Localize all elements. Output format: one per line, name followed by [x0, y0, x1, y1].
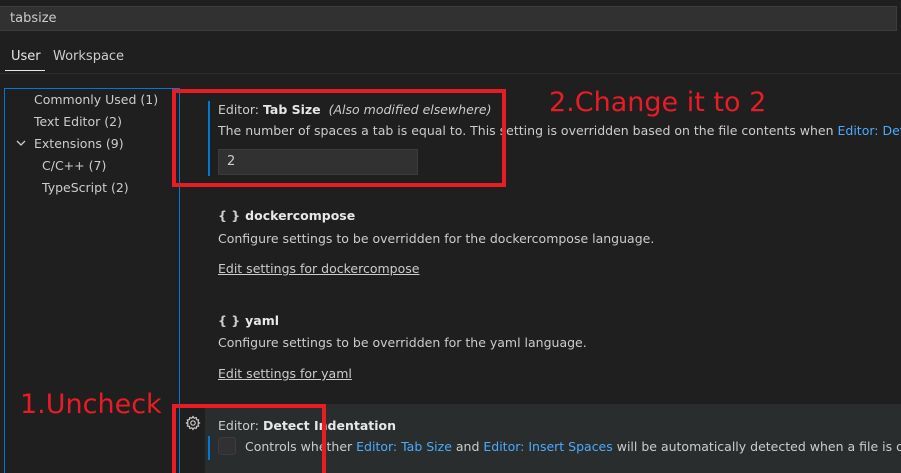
detect-indentation-link[interactable]: Editor: Detect Indentation	[837, 123, 901, 138]
insert-spaces-link[interactable]: Editor: Insert Spaces	[483, 439, 612, 454]
setting-title-dockercompose: { } dockercompose	[218, 208, 356, 223]
setting-description-detect-indentation: Controls whether Editor: Tab Size and Ed…	[245, 439, 901, 454]
toc-count: (2)	[104, 114, 122, 129]
braces-icon: { }	[218, 208, 241, 223]
toc-count: (1)	[140, 92, 159, 107]
toc-count: (7)	[88, 158, 107, 173]
toc-label: Text Editor	[34, 114, 101, 129]
toc-item-cpp[interactable]: C/C++ (7)	[42, 158, 106, 173]
setting-description-dockercompose: Configure settings to be overridden for …	[218, 231, 655, 246]
search-value: tabsize	[10, 11, 57, 26]
toc-count: (2)	[110, 180, 129, 195]
tabs-divider	[0, 73, 901, 74]
toc-label: Commonly Used	[34, 92, 137, 107]
chevron-down-icon[interactable]	[15, 137, 27, 149]
setting-description-yaml: Configure settings to be overridden for …	[218, 335, 587, 350]
toc-item-text-editor[interactable]: Text Editor (2)	[34, 114, 122, 129]
toc-item-commonly-used[interactable]: Commonly Used (1)	[34, 92, 158, 107]
annotation-box-step-2	[172, 89, 506, 187]
annotation-text-step-1: 1.Uncheck	[20, 389, 162, 420]
active-tab-indicator	[5, 70, 45, 71]
annotation-box-step-1	[172, 404, 326, 473]
tab-workspace[interactable]: Workspace	[53, 49, 124, 64]
braces-icon: { }	[218, 313, 241, 328]
edit-settings-yaml-link[interactable]: Edit settings for yaml	[218, 366, 352, 381]
toc-count: (9)	[105, 136, 124, 151]
tab-size-link[interactable]: Editor: Tab Size	[356, 439, 452, 454]
settings-editor: tabsize User Workspace Commonly Used (1)…	[0, 0, 901, 473]
toc-label: Extensions	[34, 136, 102, 151]
annotation-text-step-2: 2.Change it to 2	[549, 87, 767, 118]
toc-label: TypeScript	[42, 180, 107, 195]
toc-item-extensions[interactable]: Extensions (9)	[34, 136, 124, 151]
setting-title-yaml: { } yaml	[218, 313, 280, 328]
toc-label: C/C++	[42, 158, 85, 173]
tab-user[interactable]: User	[11, 49, 41, 64]
settings-search-input[interactable]: tabsize	[0, 6, 897, 31]
toc-item-typescript[interactable]: TypeScript (2)	[42, 180, 129, 195]
edit-settings-dockercompose-link[interactable]: Edit settings for dockercompose	[218, 261, 419, 276]
